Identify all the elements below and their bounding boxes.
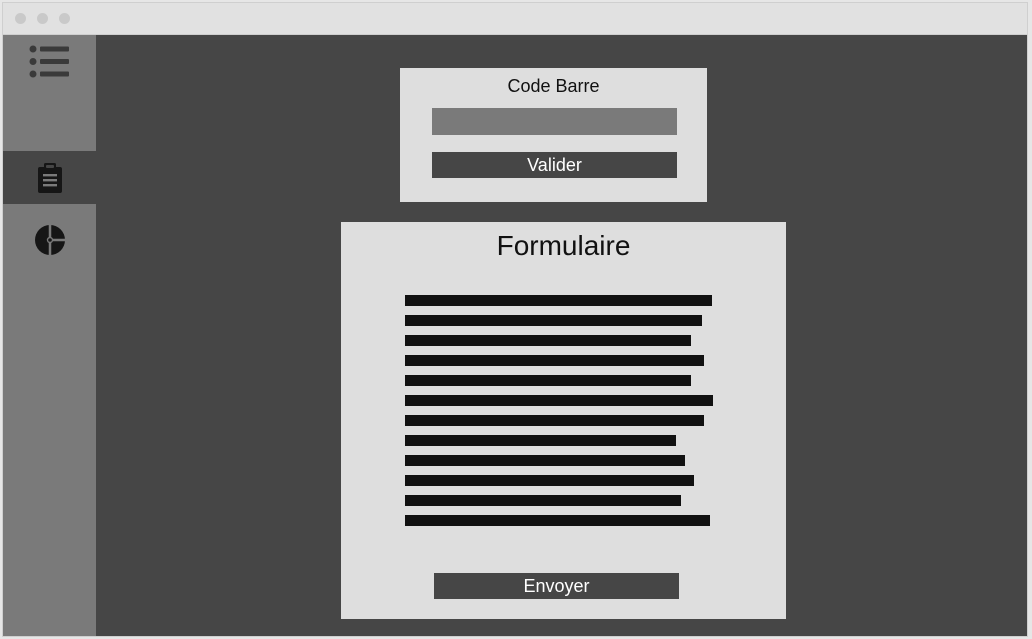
- barcode-input[interactable]: [432, 108, 677, 135]
- validate-button[interactable]: Valider: [432, 152, 677, 178]
- pie-chart-icon: [34, 224, 66, 256]
- form-text-line: [405, 515, 710, 526]
- barcode-title: Code Barre: [507, 76, 600, 96]
- sidebar-item-list[interactable]: [3, 35, 96, 88]
- form-text-line: [405, 455, 685, 466]
- form-text-line: [405, 395, 713, 406]
- barcode-panel: Code Barre Valider: [400, 68, 707, 202]
- app-window: Code Barre Valider Formulaire Envoyer: [2, 2, 1028, 637]
- list-icon: [29, 45, 71, 79]
- form-text-line: [405, 375, 691, 386]
- sidebar: [3, 35, 96, 636]
- form-text-line: [405, 495, 681, 506]
- form-text-line: [405, 415, 704, 426]
- form-text-line: [405, 355, 704, 366]
- form-text-line: [405, 315, 702, 326]
- title-bar: [3, 3, 1027, 35]
- minimize-window-dot[interactable]: [37, 13, 48, 24]
- form-text-line: [405, 335, 691, 346]
- sidebar-item-clipboard[interactable]: [3, 151, 96, 204]
- form-panel: Formulaire Envoyer: [341, 222, 786, 619]
- close-window-dot[interactable]: [15, 13, 26, 24]
- form-text-line: [405, 475, 694, 486]
- form-text-line: [405, 435, 676, 446]
- form-text-line: [405, 295, 712, 306]
- zoom-window-dot[interactable]: [59, 13, 70, 24]
- send-button[interactable]: Envoyer: [434, 573, 679, 599]
- clipboard-icon: [36, 162, 64, 193]
- form-title: Formulaire: [496, 230, 631, 261]
- sidebar-item-chart[interactable]: [3, 213, 96, 266]
